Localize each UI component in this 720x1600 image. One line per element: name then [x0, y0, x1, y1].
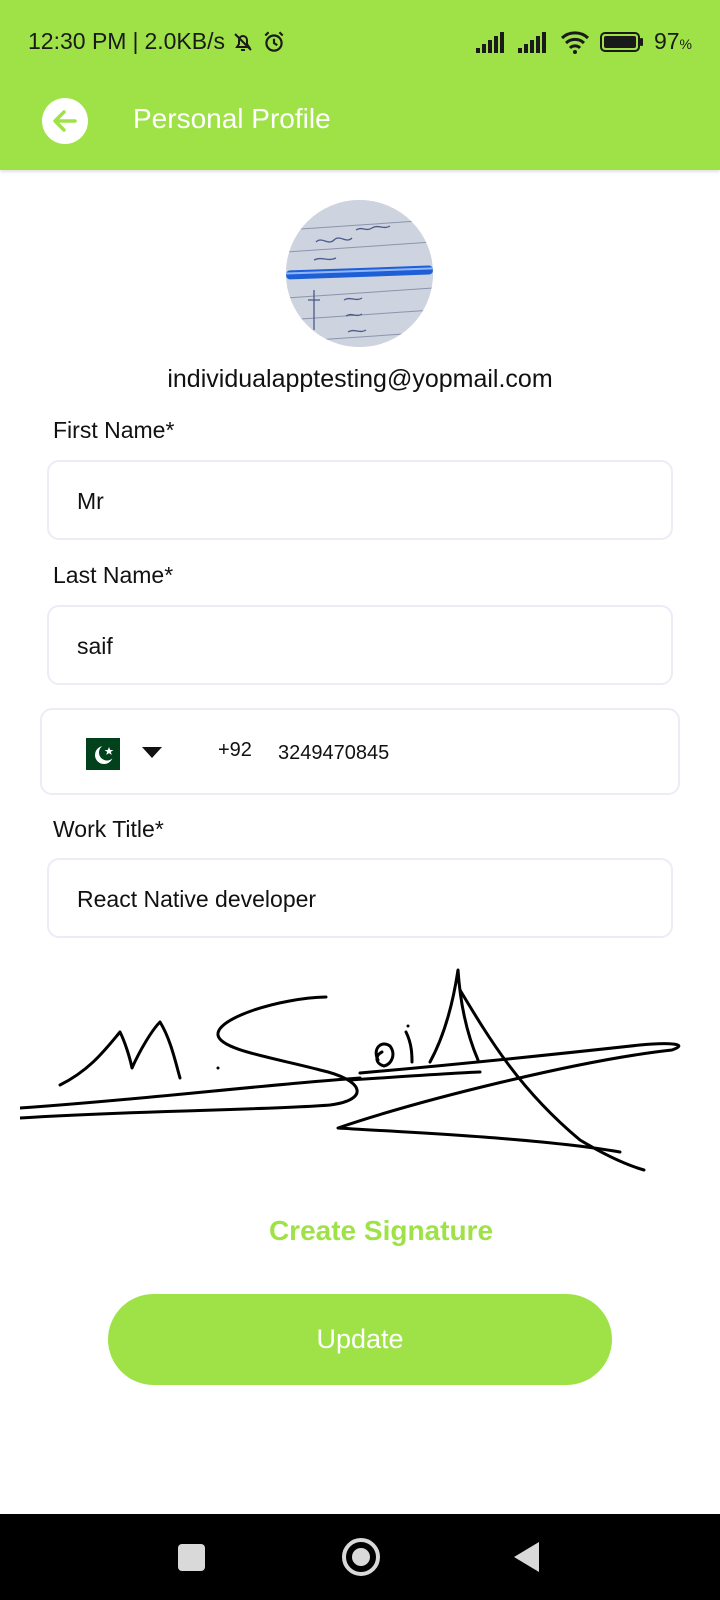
page-title: Personal Profile — [133, 103, 331, 134]
home-circle-icon[interactable] — [342, 1538, 380, 1576]
battery-level: 97% — [653, 28, 692, 54]
status-bar: 12:30 PM | 2.0KB/s 97% — [0, 0, 720, 86]
status-time: 12:30 PM — [28, 28, 127, 54]
create-signature-link[interactable]: Create Signature — [0, 1215, 720, 1247]
first-name-label: First Name* — [53, 417, 175, 443]
first-name-field[interactable]: Mr — [47, 460, 673, 540]
alarm-icon — [264, 30, 284, 52]
signal-icon — [475, 31, 504, 53]
update-button[interactable]: Update — [108, 1294, 612, 1385]
phone-field[interactable]: +92 3249470845 — [40, 708, 680, 795]
work-title-value: React Native developer — [77, 886, 317, 912]
last-name-value: saif — [77, 633, 113, 659]
back-button[interactable] — [42, 98, 88, 144]
back-triangle-icon[interactable] — [514, 1542, 539, 1572]
system-nav-bar — [0, 1514, 720, 1600]
status-right: 97% — [475, 28, 692, 55]
work-title-field[interactable]: React Native developer — [47, 858, 673, 938]
phone-number-value: 3249470845 — [278, 742, 390, 764]
profile-email: individualapptesting@yopmail.com — [167, 365, 553, 393]
signal-icon — [517, 31, 546, 53]
app-bar: Personal Profile — [0, 86, 720, 170]
arrow-left-icon — [53, 110, 77, 132]
profile-photo-image — [286, 200, 433, 347]
first-name-value: Mr — [77, 488, 104, 514]
battery-icon — [599, 31, 643, 52]
country-dropdown-caret-icon[interactable] — [142, 747, 162, 758]
mute-bell-icon — [234, 32, 252, 51]
phone-country-code: +92 — [218, 739, 252, 761]
work-title-label: Work Title* — [53, 816, 164, 842]
pakistan-flag-icon[interactable] — [75, 738, 120, 770]
status-speed: 2.0KB/s — [144, 28, 225, 54]
status-left: 12:30 PM | 2.0KB/s — [28, 28, 287, 55]
avatar[interactable] — [286, 200, 433, 347]
last-name-field[interactable]: saif — [47, 605, 673, 685]
last-name-label: Last Name* — [53, 562, 174, 588]
recents-square-icon[interactable] — [178, 1544, 205, 1571]
signature-image — [20, 968, 681, 1172]
wifi-icon — [560, 30, 589, 54]
